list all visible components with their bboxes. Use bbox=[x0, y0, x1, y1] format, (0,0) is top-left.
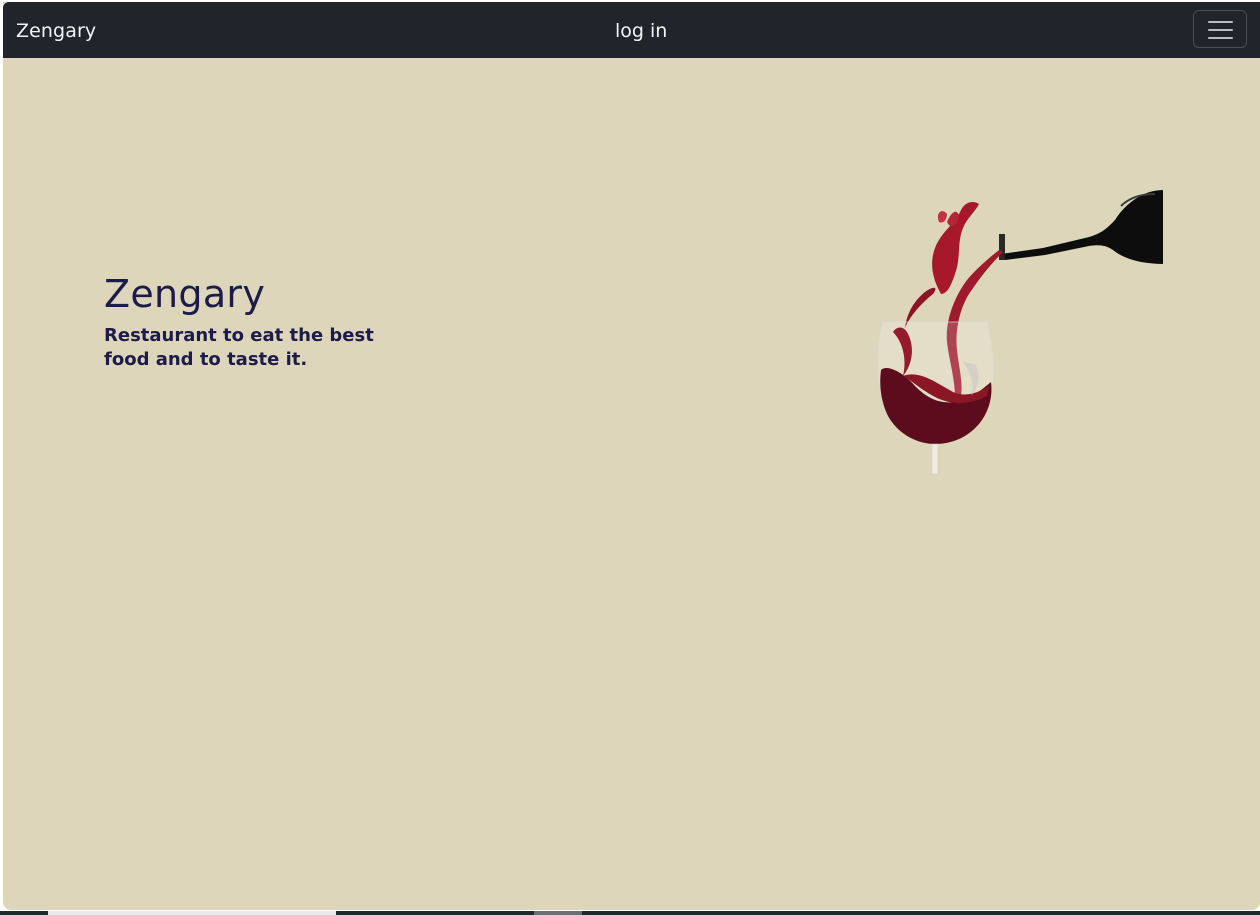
taskbar-segment bbox=[48, 911, 336, 915]
menu-toggle-button[interactable] bbox=[1193, 10, 1247, 48]
wine-pouring-image bbox=[877, 190, 1163, 475]
navbar: Zengary log in bbox=[3, 2, 1260, 58]
app-window: Zengary log in Zengary Restaurant to eat… bbox=[3, 2, 1260, 910]
login-link[interactable]: log in bbox=[615, 18, 667, 45]
navbar-brand[interactable]: Zengary bbox=[16, 18, 96, 45]
taskbar-segment bbox=[534, 911, 582, 915]
hero-subtitle: Restaurant to eat the best food and to t… bbox=[104, 325, 374, 370]
taskbar-strip bbox=[0, 911, 1260, 915]
hero-title: Zengary bbox=[104, 272, 266, 316]
